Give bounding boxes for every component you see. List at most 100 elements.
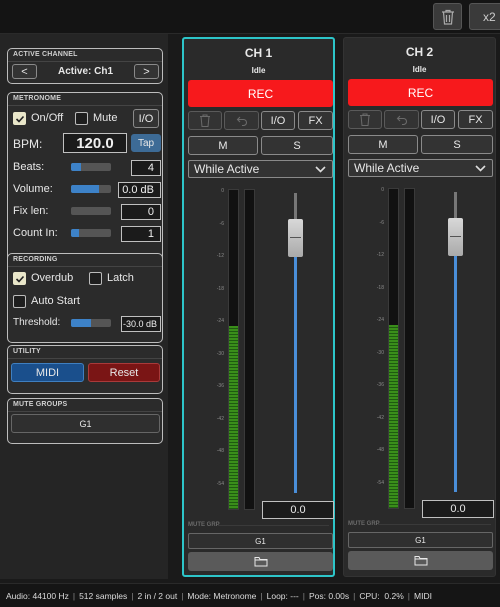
beats-value[interactable]: 4 [131,160,161,176]
latch-label: Latch [107,272,134,284]
rec-button[interactable]: REC [188,80,333,107]
db-scale-label: -12 [376,252,384,258]
threshold-value[interactable]: -30.0 dB [121,316,161,332]
panel-title: UTILITY [13,348,41,355]
active-channel-label: Active: Ch1 [58,66,114,77]
load-file-button[interactable] [188,552,333,571]
rec-button[interactable]: REC [348,79,493,106]
volume-label: Volume: [13,183,53,195]
solo-button[interactable]: S [421,135,493,154]
mute-button[interactable]: M [188,136,258,155]
onoff-label: On/Off [31,112,64,124]
fixlen-value[interactable]: 0 [121,204,161,220]
db-scale-label: -30 [376,349,384,356]
latch-checkbox[interactable] [89,272,102,285]
bpm-input[interactable]: 120.0 [63,133,127,153]
tap-button[interactable]: Tap [131,134,161,152]
metronome-io-button[interactable]: I/O [133,109,159,128]
level-meter-left [228,189,239,510]
threshold-slider[interactable] [71,319,111,327]
undo-icon [396,115,407,125]
reset-button[interactable]: Reset [88,363,160,382]
db-scale-label: -48 [376,447,384,453]
trash-icon [441,9,454,25]
top-bar: x2 [0,0,500,34]
overdub-checkbox[interactable] [13,272,26,285]
db-scale-label: -42 [216,415,224,422]
mute-label: Mute [93,112,118,124]
channel-io-button[interactable]: I/O [261,111,295,130]
panel-title: MUTE GROUPS [13,401,68,408]
volume-fader-knob[interactable] [448,218,463,256]
channel-strip-1[interactable]: CH 1 Idle REC I/O FX M S While Active 0 -… [182,37,335,577]
db-scale-label: -36 [376,382,384,388]
db-scale-label: -12 [216,253,224,259]
trash-icon [200,114,210,127]
fx-button[interactable]: FX [298,111,333,130]
channel-state: Idle [412,65,427,74]
status-midi: MIDI [414,590,432,601]
level-meter-left [388,188,399,509]
mute-grp-label: MUTE GRP [348,521,380,527]
channel-mute-group-button[interactable]: G1 [348,532,493,548]
chevron-down-icon [315,166,326,173]
beats-slider[interactable] [71,163,111,171]
folder-icon [254,557,267,567]
countin-value[interactable]: 1 [121,226,161,242]
fixlen-slider[interactable] [71,207,111,215]
mute-group-g1-button[interactable]: G1 [11,414,160,433]
recording-panel: RECORDING Overdub Latch Auto Start Thres… [7,253,163,343]
countin-slider[interactable] [71,229,111,237]
midi-button[interactable]: MIDI [11,363,84,382]
prev-channel-button[interactable]: < [12,64,37,79]
load-file-button[interactable] [348,551,493,570]
check-icon [15,115,24,123]
mute-groups-panel: MUTE GROUPS G1 [7,398,163,444]
level-meter-fill [389,325,398,508]
mute-button[interactable]: M [348,135,418,154]
metronome-onoff-checkbox[interactable] [13,112,26,125]
channel-state: Idle [251,66,266,75]
undo-icon [236,116,247,126]
play-mode-value: While Active [194,162,260,176]
channel-strip-2[interactable]: CH 2 Idle REC I/O FX M S While Active 0 -… [343,37,496,577]
fader-value[interactable]: 0.0 [262,501,334,519]
db-scale-label: -48 [216,448,224,454]
panel-title: METRONOME [13,95,62,102]
metronome-mute-checkbox[interactable] [75,112,88,125]
status-audio: Audio: 44100 Hz [6,590,69,601]
volume-fader-knob[interactable] [288,219,303,257]
clear-channel-button[interactable] [188,111,222,130]
undo-button[interactable] [224,111,259,130]
channel-mute-group-button[interactable]: G1 [188,533,333,549]
play-mode-select[interactable]: While Active [188,160,333,178]
sidebar: ACTIVE CHANNEL < Active: Ch1 > METRONOME… [0,34,168,579]
db-scale-label: -42 [376,414,384,421]
next-channel-button[interactable]: > [134,64,159,79]
zoom-button[interactable]: x2 [469,3,500,30]
undo-button[interactable] [384,110,419,129]
panel-title: RECORDING [13,256,58,263]
status-mode: Mode: Metronome [187,590,257,601]
volume-slider[interactable] [71,185,111,193]
db-scale-label: -54 [216,480,224,487]
db-scale-label: -18 [376,284,384,291]
status-io: 2 in / 2 out [137,590,178,601]
autostart-label: Auto Start [31,295,80,307]
fader-value[interactable]: 0.0 [422,500,494,518]
volume-value[interactable]: 0.0 dB [118,182,161,198]
db-scale-label: 0 [381,187,384,193]
db-scale-label: -24 [216,318,224,324]
fx-button[interactable]: FX [458,110,493,129]
clear-button[interactable] [433,3,462,30]
zoom-label: x2 [483,9,496,24]
threshold-label: Threshold: [13,317,61,328]
panel-title: ACTIVE CHANNEL [13,51,78,58]
autostart-checkbox[interactable] [13,295,26,308]
clear-channel-button[interactable] [348,110,382,129]
solo-button[interactable]: S [261,136,333,155]
channel-io-button[interactable]: I/O [421,110,455,129]
play-mode-select[interactable]: While Active [348,159,493,177]
active-channel-panel: ACTIVE CHANNEL < Active: Ch1 > [7,48,163,84]
db-scale-label: -54 [376,479,384,486]
